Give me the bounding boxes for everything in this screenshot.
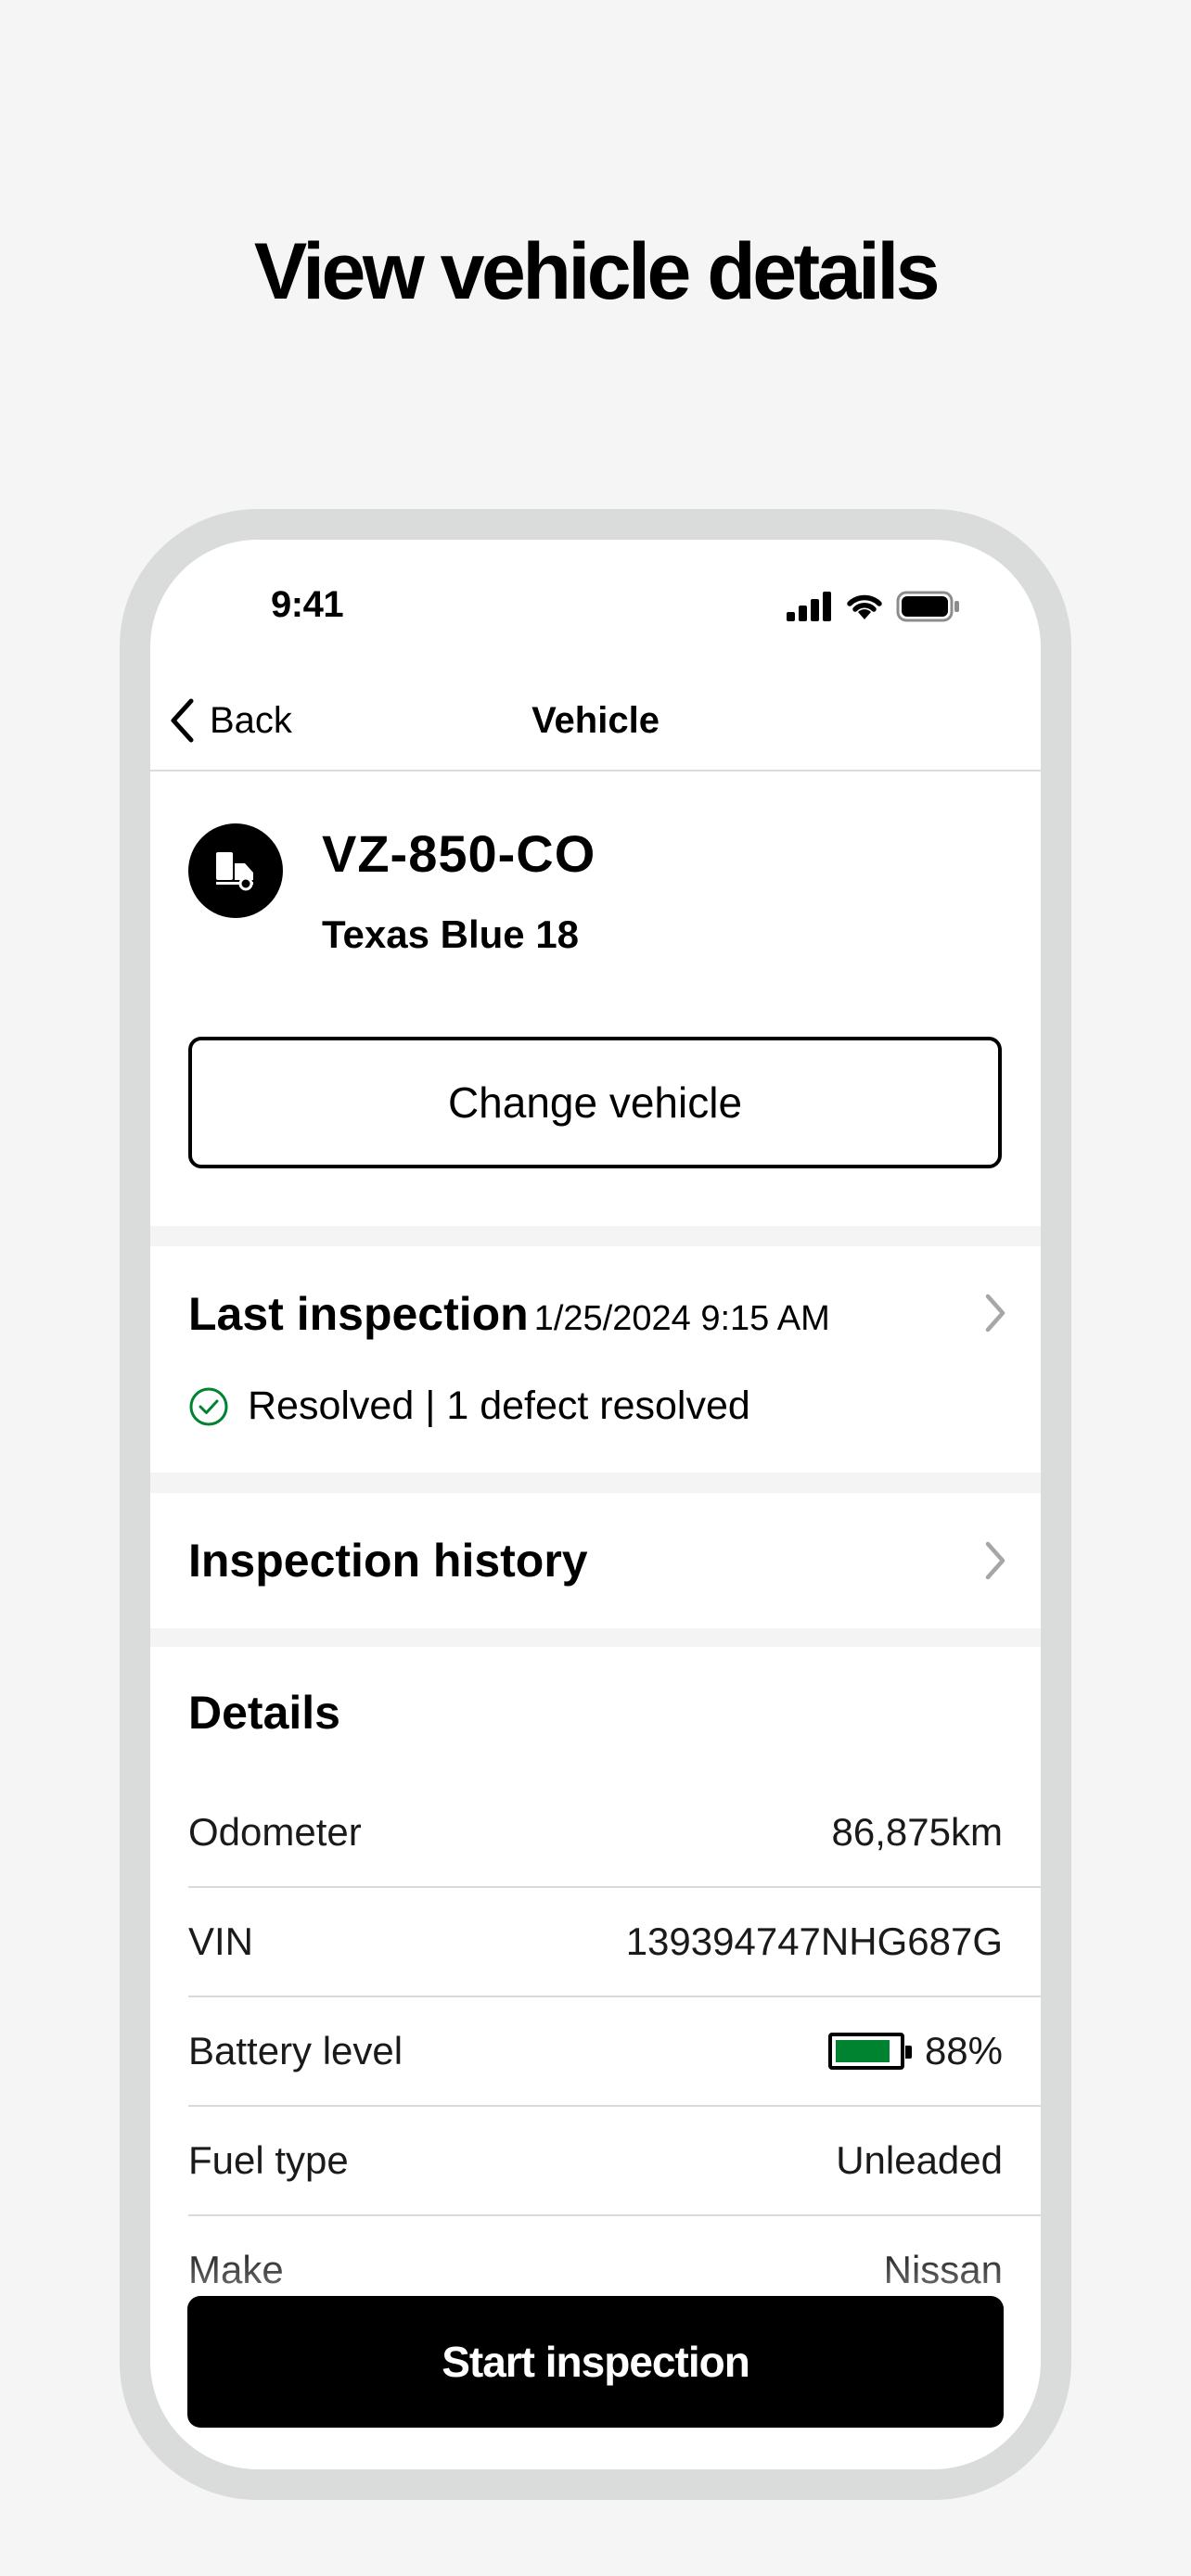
detail-value: 88% [827, 1997, 1003, 2105]
battery-cap [904, 2046, 912, 2059]
back-button[interactable]: Back [169, 670, 292, 772]
detail-label: Fuel type [188, 2138, 349, 2182]
last-inspection-row[interactable]: Last inspection 1/25/2024 9:15 AM Resolve… [150, 1246, 1041, 1473]
truck-icon [216, 852, 253, 891]
inspection-status: Resolved | 1 defect resolved [188, 1384, 750, 1429]
start-inspection-button[interactable]: Start inspection [187, 2296, 1004, 2428]
inspection-history-row[interactable]: Inspection history [150, 1493, 1041, 1628]
change-vehicle-button[interactable]: Change vehicle [188, 1037, 1002, 1168]
detail-value: 139394747NHG687G [625, 1919, 1003, 1963]
inspection-status-text: Resolved | 1 defect resolved [248, 1384, 750, 1428]
status-time: 9:41 [271, 584, 344, 625]
cellular-signal-icon [787, 592, 831, 621]
detail-label: VIN [188, 1919, 254, 1963]
last-inspection-heading: Last inspection 1/25/2024 9:15 AM [188, 1287, 830, 1341]
section-divider [150, 1473, 1041, 1493]
chevron-right-icon [985, 1294, 1005, 1333]
vehicle-name: Texas Blue 18 [322, 912, 580, 956]
details-heading: Details [188, 1687, 340, 1739]
last-inspection-datetime: 1/25/2024 9:15 AM [533, 1299, 830, 1338]
section-divider [150, 1628, 1041, 1647]
phone-screen: 9:41 Vehicle Back VZ-850-CO Texas Blue 1… [150, 540, 1041, 2469]
status-icons [787, 588, 961, 625]
battery-level-icon [827, 2033, 912, 2070]
back-label: Back [210, 699, 292, 741]
detail-value: 86,875km [831, 1810, 1003, 1854]
inspection-history-label: Inspection history [188, 1535, 588, 1587]
battery-icon [896, 591, 959, 622]
detail-row-fuel-type: Fuel type Unleaded [188, 2107, 1041, 2216]
detail-row-battery-level: Battery level 88% [188, 1997, 1041, 2107]
vehicle-id: VZ-850-CO [322, 824, 596, 883]
detail-row-vin: VIN 139394747NHG687G [188, 1888, 1041, 1997]
section-divider [150, 1226, 1041, 1246]
nav-bar: Vehicle Back [150, 670, 1041, 772]
detail-row-odometer: Odometer 86,875km [188, 1779, 1041, 1888]
last-inspection-title: Last inspection [188, 1288, 529, 1340]
vehicle-avatar [188, 823, 283, 918]
wifi-icon [847, 594, 882, 619]
chevron-right-icon [985, 1541, 1005, 1580]
check-circle-icon [189, 1387, 228, 1425]
chevron-left-icon [171, 698, 194, 743]
page-heading: View vehicle details [253, 227, 941, 316]
battery-level-fill [835, 2040, 890, 2062]
detail-value: Unleaded [836, 2138, 1003, 2182]
detail-label: Battery level [188, 2029, 403, 2072]
detail-label: Odometer [188, 1810, 362, 1854]
